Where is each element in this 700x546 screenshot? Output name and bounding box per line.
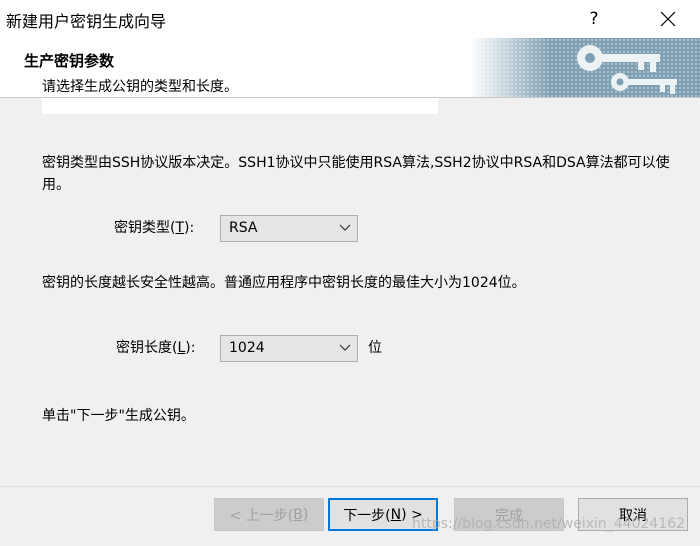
help-button[interactable]: ? xyxy=(566,0,622,38)
key-length-label: 密钥长度(L): xyxy=(116,340,196,356)
chevron-down-icon xyxy=(339,344,351,351)
key-length-description: 密钥的长度越长安全性越高。普通应用程序中密钥长度的最佳大小为1024位。 xyxy=(42,275,526,291)
footer-divider xyxy=(0,486,700,487)
window-title: 新建用户密钥生成向导 xyxy=(6,12,167,31)
close-button[interactable] xyxy=(640,0,696,38)
key-banner-icon xyxy=(470,38,700,97)
page-subtitle: 请选择生成公钥的类型和长度。 xyxy=(42,76,418,97)
key-type-value: RSA xyxy=(229,220,258,236)
finish-button[interactable]: 完成 xyxy=(454,498,564,531)
cancel-button[interactable]: 取消 xyxy=(578,498,688,531)
back-button[interactable]: < 上一步(B) xyxy=(214,498,324,531)
key-length-select[interactable]: 1024 xyxy=(220,335,358,362)
help-icon: ? xyxy=(589,9,599,29)
instruction-text: 单击"下一步"生成公钥。 xyxy=(42,408,195,424)
key-length-value: 1024 xyxy=(229,340,265,356)
page-title: 生产密钥参数 xyxy=(24,52,115,70)
key-length-unit: 位 xyxy=(368,340,382,356)
next-button[interactable]: 下一步(N) > xyxy=(328,498,438,531)
chevron-down-icon xyxy=(339,224,351,231)
key-type-description: 密钥类型由SSH协议版本决定。SSH1协议中只能使用RSA算法,SSH2协议中R… xyxy=(42,155,670,193)
key-type-label: 密钥类型(T): xyxy=(114,220,195,236)
subtitle-strip xyxy=(42,98,438,114)
key-type-select[interactable]: RSA xyxy=(220,215,358,242)
wizard-header: 生产密钥参数 请选择生成公钥的类型和长度。 xyxy=(0,38,700,98)
title-bar: 新建用户密钥生成向导 ? xyxy=(0,0,700,38)
close-icon xyxy=(660,11,676,27)
